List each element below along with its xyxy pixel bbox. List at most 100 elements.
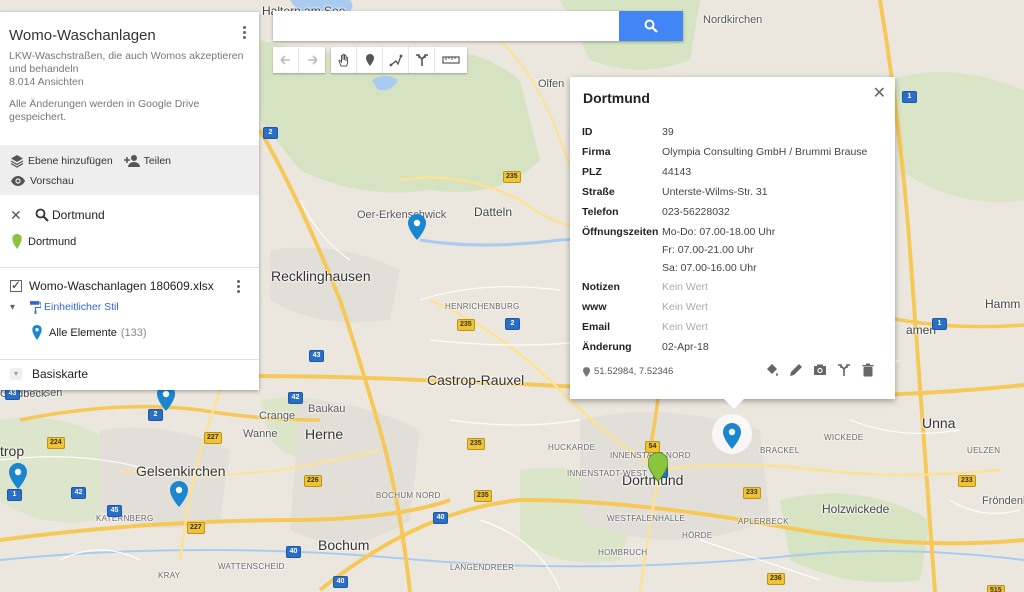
field-row: Öffnungszeiten Mo-Do: 07.00-18.00 Uhr Fr… [582, 222, 867, 277]
road-shield: 236 [767, 573, 785, 585]
field-key: ID [582, 126, 593, 138]
road-shield: 227 [187, 522, 205, 534]
map-place-label: Datteln [474, 205, 513, 219]
redo-button[interactable] [299, 47, 325, 73]
info-window-fields: ID 39 Firma Olympia Consulting GmbH / Brum… [582, 122, 867, 357]
redo-icon [308, 55, 318, 65]
sidebar-actions: Ebene hinzufügen Teilen Vorschau [0, 145, 259, 195]
field-row: PLZ 44143 [582, 162, 867, 182]
road-shield: 40 [333, 576, 348, 588]
route-icon [838, 364, 850, 376]
road-shield: 45 [107, 505, 122, 517]
measure-button[interactable] [435, 47, 467, 73]
search-layer-query: Dortmund [52, 208, 105, 222]
search-result-item[interactable]: Dortmund [10, 234, 249, 249]
road-shield: 2 [505, 318, 520, 330]
map-options-menu-icon[interactable] [241, 26, 247, 42]
hours-line: Sa: 07.00-16.00 Uhr [662, 262, 757, 274]
field-value: 39 [662, 126, 674, 138]
layer-name[interactable]: Womo-Waschanlagen 180609.xlsx [29, 279, 214, 293]
field-key: Änderung [582, 341, 632, 353]
trash-icon [862, 363, 874, 377]
add-photo-button[interactable] [813, 363, 827, 377]
marker-icon [365, 54, 374, 66]
field-row: Notizen Kein Wert [582, 277, 867, 297]
map-place-label: Holzwickede [822, 502, 890, 516]
map-pin-marker-selected[interactable] [723, 423, 741, 449]
field-value: Kein Wert [662, 281, 708, 293]
search-button[interactable] [619, 11, 683, 41]
directions-button[interactable] [837, 363, 851, 377]
layers-icon [10, 155, 24, 168]
map-place-label: Bochum [318, 537, 370, 553]
map-place-label: Castrop-Rauxel [427, 372, 525, 388]
save-status: Alle Änderungen werden in Google Drive g… [9, 98, 200, 123]
share-button[interactable]: Teilen [123, 153, 172, 169]
undo-button[interactable] [273, 47, 299, 73]
field-row: Telefon 023-56228032 [582, 202, 867, 222]
share-label: Teilen [143, 155, 172, 167]
road-shield: 43 [309, 350, 324, 362]
basemap-row[interactable]: ▾ Basiskarte [0, 360, 259, 388]
field-row: ID 39 [582, 122, 867, 142]
map-place-label: Gelsenkirchen [136, 463, 226, 479]
map-place-label: Crange [259, 410, 296, 422]
close-icon[interactable]: ✕ [873, 83, 886, 103]
coordinates: 51.52984, 7.52346 [583, 366, 673, 377]
field-key: Straße [582, 186, 615, 198]
basemap-label: Basiskarte [32, 367, 89, 381]
coordinates-text: 51.52984, 7.52346 [594, 366, 674, 377]
delete-button[interactable] [861, 363, 875, 377]
map-views: 8.014 Ansichten [9, 76, 84, 88]
field-row: Firma Olympia Consulting GmbH / Brummi Br… [582, 142, 867, 162]
layer-options-menu-icon[interactable] [235, 280, 241, 296]
data-layer: Womo-Waschanlagen 180609.xlsx ▾ Einheitl… [0, 268, 259, 360]
ruler-icon [442, 56, 460, 64]
field-value: 023-56228032 [662, 206, 730, 218]
road-shield: 226 [304, 475, 322, 487]
search-result-pin[interactable] [648, 452, 668, 482]
add-route-button[interactable] [409, 47, 435, 73]
layer-visibility-checkbox[interactable] [10, 278, 22, 292]
opening-hours: Mo-Do: 07.00-18.00 Uhr Fr: 07.00-21.00 U… [662, 223, 775, 277]
road-shield: 235 [474, 490, 492, 502]
map-place-label: Nordkirchen [703, 14, 763, 26]
road-shield: 42 [288, 392, 303, 404]
camera-icon [814, 364, 826, 375]
map-place-label: KATERNBERG [96, 514, 154, 523]
pan-tool-button[interactable] [331, 47, 357, 73]
add-layer-button[interactable]: Ebene hinzufügen [10, 153, 113, 169]
search-icon [644, 19, 658, 33]
add-person-icon [123, 155, 140, 167]
map-place-label: BRACKEL [760, 446, 800, 455]
map-place-label: Olfen [538, 78, 565, 90]
close-search-icon[interactable]: ✕ [10, 207, 26, 224]
style-link[interactable]: Einheitlicher Stil [44, 301, 119, 313]
map-place-label: trop [0, 443, 25, 459]
pencil-icon [790, 364, 802, 376]
preview-button[interactable]: Vorschau [10, 173, 74, 189]
map-place-label: WATTENSCHEID [218, 562, 285, 571]
search-bar [273, 11, 683, 41]
map-place-label: HOMBRUCH [598, 548, 648, 557]
all-items-row[interactable]: Alle Elemente (133) [10, 325, 249, 340]
field-value: Olympia Consulting GmbH / Brummi Brause [662, 146, 868, 158]
map-title[interactable]: Womo-Waschanlagen [9, 26, 249, 46]
map-place-label: HÖRDE [682, 531, 713, 540]
map-pin-marker[interactable] [408, 214, 426, 240]
draw-line-button[interactable] [383, 47, 409, 73]
add-marker-button[interactable] [357, 47, 383, 73]
route-icon [415, 54, 428, 66]
field-key: Öffnungszeiten [582, 226, 659, 238]
chevron-down-icon[interactable]: ▾ [10, 302, 22, 313]
chevron-down-icon[interactable]: ▾ [10, 368, 22, 380]
style-button[interactable] [765, 363, 779, 377]
search-input[interactable] [273, 11, 619, 41]
map-description[interactable]: LKW-Waschstraßen, die auch Womos akzepti… [9, 50, 245, 76]
map-pin-marker[interactable] [170, 481, 188, 507]
drawing-toolbar [273, 47, 473, 73]
edit-button[interactable] [789, 363, 803, 377]
map-place-label: KRAY [158, 571, 181, 580]
road-shield: 224 [47, 437, 65, 449]
map-pin-marker[interactable] [9, 463, 27, 489]
